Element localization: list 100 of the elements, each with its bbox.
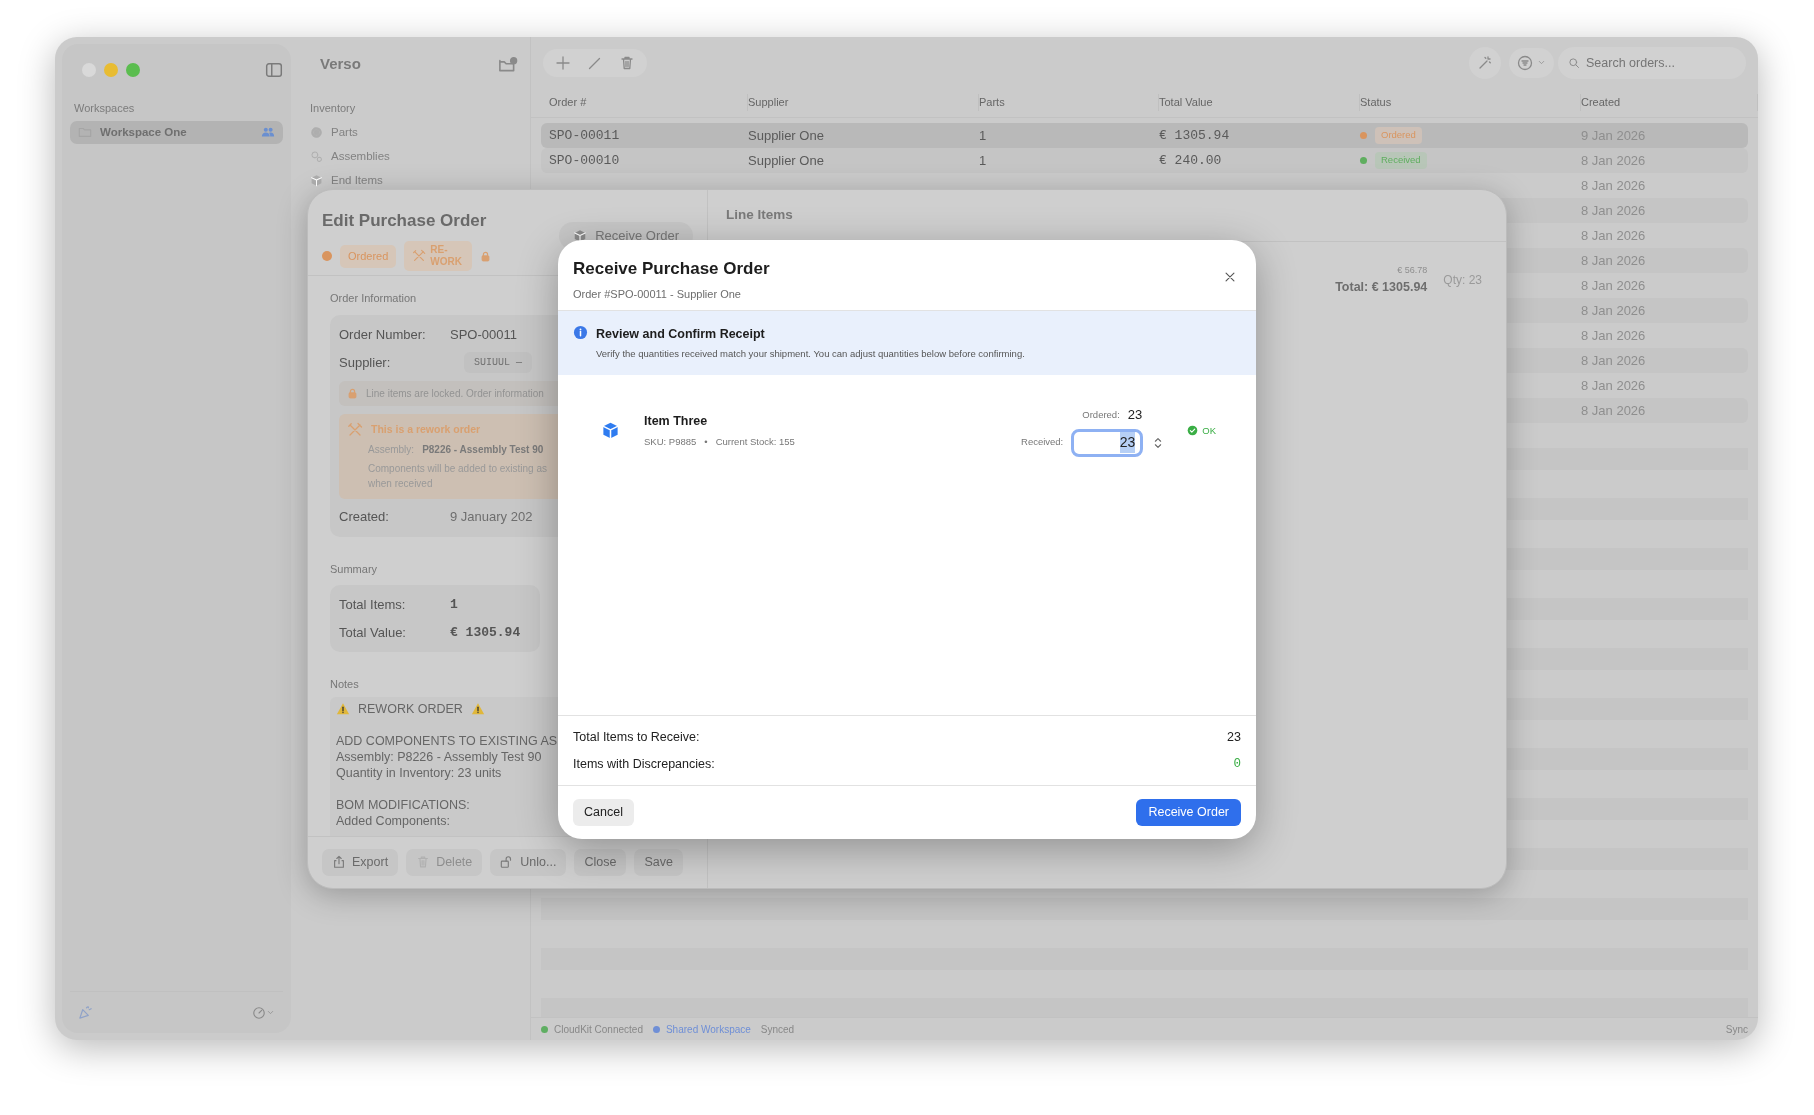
search-field[interactable]: Search orders... bbox=[1558, 46, 1746, 79]
notes-title: REWORK ORDER bbox=[358, 700, 463, 717]
rework-title: This is a rework order bbox=[371, 422, 481, 438]
field-label: Total Value: bbox=[339, 623, 407, 642]
stock-text: Current Stock: 155 bbox=[715, 435, 795, 449]
banner-text: Verify the quantities received match your shipment. You can adjust quantities below before confirming. bbox=[596, 346, 1025, 361]
sheet-button[interactable]: Close bbox=[574, 849, 627, 876]
unlock-button[interactable]: Unlo... bbox=[490, 849, 567, 876]
warning-icon bbox=[336, 701, 350, 716]
nav-item[interactable]: End Items bbox=[310, 168, 518, 193]
status-badge: Ordered bbox=[340, 245, 397, 268]
gears-icon bbox=[310, 150, 323, 163]
app-title: Verso bbox=[320, 54, 361, 75]
total-label: Items with Discrepancies: bbox=[573, 755, 715, 773]
table-cell: € 1305.94 bbox=[1159, 128, 1230, 144]
ordered-quantity: 23 bbox=[1127, 406, 1143, 424]
sheet-title: Edit Purchase Order bbox=[322, 209, 488, 232]
section-label: Summary bbox=[330, 561, 378, 577]
nav-item[interactable]: Parts bbox=[310, 120, 518, 145]
field-label: Total Items: bbox=[339, 596, 407, 615]
status-badge: Received bbox=[1375, 152, 1427, 169]
field-label: Supplier: bbox=[339, 353, 392, 372]
field-label: Created: bbox=[339, 508, 390, 527]
table-cell: SPO-00011 bbox=[549, 128, 620, 144]
field-value: 9 January 202 bbox=[450, 508, 533, 527]
panel-title: Line Items bbox=[726, 207, 793, 222]
field-label: Order Number: bbox=[339, 325, 427, 344]
nav-item[interactable]: Assemblies bbox=[310, 144, 518, 169]
section-label: Notes bbox=[330, 677, 359, 693]
export-button[interactable]: Export bbox=[322, 849, 399, 876]
workspace-item[interactable]: Workspace One bbox=[70, 120, 283, 144]
section-label: Inventory bbox=[310, 101, 356, 116]
field-value: € 1305.94 bbox=[450, 623, 521, 642]
table-cell: Supplier One bbox=[748, 127, 824, 143]
unit-price: € 56.78 bbox=[1397, 264, 1428, 277]
field-value: 1 bbox=[450, 596, 458, 615]
lock-icon bbox=[347, 388, 358, 400]
cube-icon bbox=[310, 174, 323, 187]
total-label: Total Items to Receive: bbox=[573, 728, 700, 746]
supplier-select[interactable]: SUIUUL — bbox=[464, 352, 532, 374]
plus-icon[interactable] bbox=[555, 54, 571, 71]
cancel-button[interactable]: Cancel bbox=[573, 799, 634, 826]
status-text: Sync bbox=[1725, 1022, 1748, 1037]
chevron-icon bbox=[1537, 58, 1546, 67]
table-cell: Supplier One bbox=[748, 152, 824, 168]
rework-badge-label: RE-WORK bbox=[430, 244, 464, 269]
status-text: OK bbox=[1202, 423, 1216, 438]
gauge-icon[interactable] bbox=[252, 1005, 266, 1020]
filter-button[interactable] bbox=[1509, 47, 1554, 78]
banner-title: Review and Confirm Receipt bbox=[596, 326, 766, 343]
column-header: Status bbox=[1360, 94, 1581, 111]
cube-icon bbox=[601, 421, 620, 441]
quantity-field[interactable]: 23 bbox=[1071, 428, 1144, 457]
status-text: CloudKit Connected bbox=[554, 1022, 643, 1037]
table-cell: 8 Jan 2026 bbox=[1581, 177, 1646, 193]
zoom-button[interactable] bbox=[126, 63, 140, 77]
total-value: 0 bbox=[1233, 755, 1241, 773]
search-icon bbox=[1568, 56, 1580, 69]
column-header: Order # bbox=[549, 94, 748, 111]
field-value: P8226 - Assembly Test 90 bbox=[422, 443, 544, 458]
line-total: Total: € 1305.94 bbox=[1335, 278, 1428, 296]
receive-order-button[interactable]: Receive Order bbox=[1136, 799, 1241, 826]
share-icon bbox=[332, 855, 346, 870]
warning-icon bbox=[470, 701, 485, 716]
minimize-button[interactable] bbox=[104, 63, 118, 77]
sku-text: SKU: P9885 bbox=[644, 435, 697, 449]
table-cell: € 240.00 bbox=[1159, 153, 1222, 169]
status-text: Synced bbox=[760, 1022, 795, 1037]
column-header: Total Value bbox=[1159, 94, 1360, 111]
dialog-title: Receive Purchase Order bbox=[573, 258, 770, 280]
table-cell: 1 bbox=[979, 127, 987, 143]
status-link[interactable]: Shared Workspace bbox=[665, 1021, 751, 1037]
tools-icon bbox=[412, 249, 427, 264]
column-header: Parts bbox=[979, 94, 1159, 111]
info-icon bbox=[573, 325, 588, 340]
filter-icon bbox=[1517, 54, 1533, 71]
separator-dot: • bbox=[704, 435, 708, 449]
field-label: Ordered: bbox=[1082, 407, 1120, 422]
chevron-icon[interactable] bbox=[266, 1008, 275, 1017]
total-value: 23 bbox=[1227, 728, 1241, 746]
trash-icon[interactable] bbox=[619, 54, 635, 71]
sidebar-toggle-icon[interactable] bbox=[265, 61, 283, 79]
table-cell: SPO-00010 bbox=[549, 153, 620, 169]
section-label: Workspaces bbox=[73, 101, 135, 116]
section-label: Order Information bbox=[330, 291, 417, 307]
gear-icon bbox=[310, 126, 323, 139]
table-cell: 1 bbox=[979, 152, 987, 168]
sheet-button[interactable]: Save bbox=[634, 849, 683, 876]
item-name: Item Three bbox=[644, 413, 709, 431]
party-icon[interactable] bbox=[78, 1005, 93, 1020]
notes-paragraph: BOM MODIFICATIONS: Added Components: bbox=[336, 796, 470, 829]
notes-paragraph: ADD COMPONENTS TO EXISTING AS Assembly: P8226 - Assembly Test 90 Quantity in Inventory: 23 units bbox=[336, 732, 558, 781]
dialog-subtitle: Order #SPO-00011 - Supplier One bbox=[573, 286, 742, 302]
field-label: Received: bbox=[1021, 435, 1064, 450]
workspace-label: Workspace One bbox=[100, 124, 188, 140]
field-value: SPO-00011 bbox=[450, 325, 517, 344]
column-header: Supplier bbox=[748, 94, 979, 111]
wand-button[interactable] bbox=[1469, 46, 1501, 79]
status-badge: Ordered bbox=[1375, 127, 1422, 144]
wand-icon bbox=[1477, 54, 1493, 71]
